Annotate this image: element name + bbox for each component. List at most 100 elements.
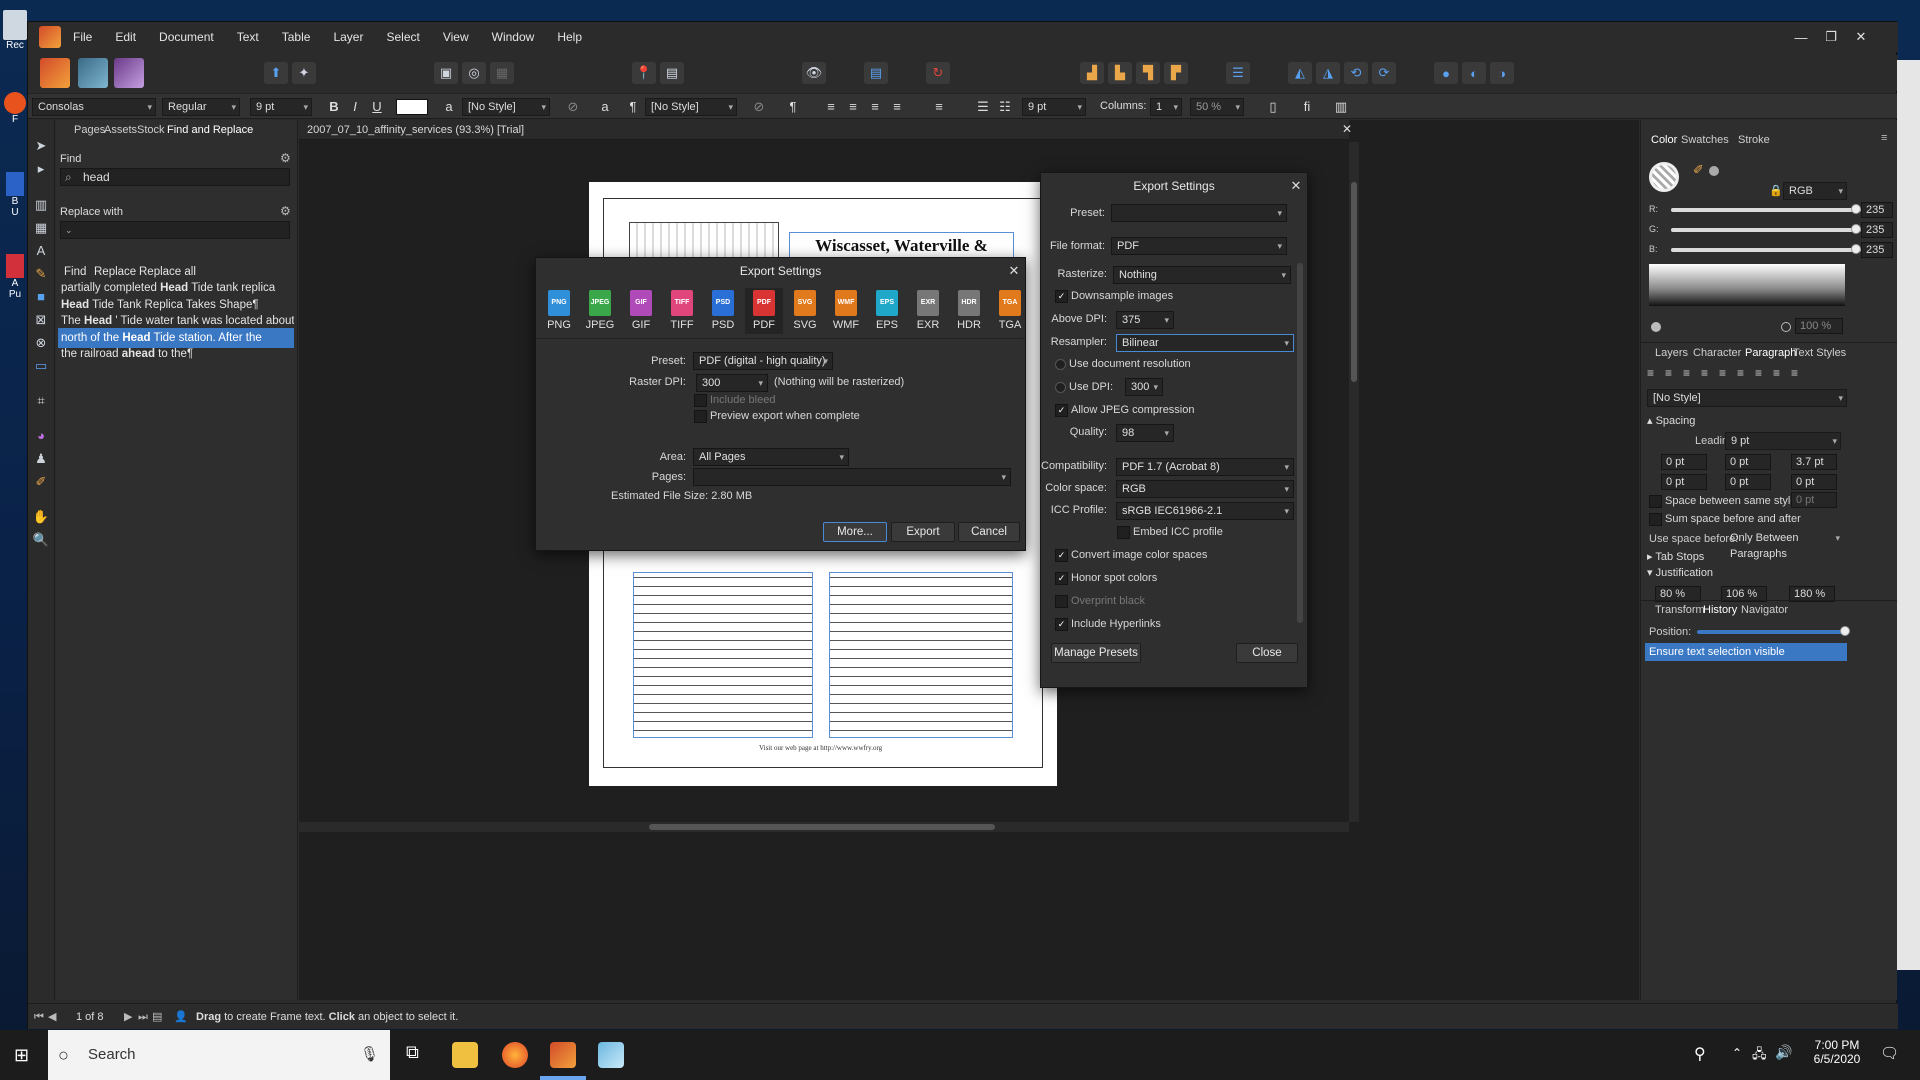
file-format-select[interactable]: PDF (1111, 237, 1287, 255)
tab-find-and-replace[interactable]: Find and Replace (167, 124, 253, 136)
spacing-section[interactable]: ▴ Spacing (1647, 414, 1695, 427)
notifications-icon[interactable]: 🗨 (1880, 1044, 1899, 1062)
close-document-icon[interactable]: ✕ (1342, 122, 1352, 136)
format-exr[interactable]: EXR EXR (909, 288, 947, 334)
windows-start-icon[interactable]: ⊞ (14, 1045, 34, 1065)
boolean-intersect-icon[interactable]: ◑ (1490, 62, 1514, 84)
tab-stock[interactable]: Stock (137, 124, 165, 136)
tab-navigator[interactable]: Navigator (1741, 604, 1788, 616)
format-tga[interactable]: TGA TGA (991, 288, 1029, 334)
format-gif[interactable]: GIF GIF (622, 288, 660, 334)
recycle-bin-icon[interactable]: Rec (2, 10, 28, 51)
more-button[interactable]: More... (823, 522, 887, 542)
close-icon[interactable]: ✕ (1288, 178, 1304, 194)
preview-export-checkbox[interactable]: Preview export when complete (694, 409, 860, 423)
paragraph-style-select[interactable]: [No Style] (1647, 389, 1847, 407)
clock[interactable]: 7:00 PM 6/5/2020 (1802, 1038, 1872, 1066)
arrange-backward-icon[interactable]: ▙ (1108, 62, 1132, 84)
baseline-grid-icon[interactable]: ▥ (1332, 98, 1350, 116)
clear-paragraph-icon[interactable]: ⊘ (750, 98, 768, 116)
flip-vertical-icon[interactable]: ◮ (1316, 62, 1340, 84)
preset-select[interactable] (1111, 204, 1287, 222)
raster-dpi-select[interactable]: 300 (696, 374, 768, 392)
preset-select[interactable]: PDF (digital - high quality) (693, 352, 833, 370)
arrange-forward-icon[interactable]: ▜ (1136, 62, 1160, 84)
leading-select[interactable]: 9 pt (1022, 98, 1086, 116)
replace-input[interactable]: ⌄ (60, 221, 290, 239)
use-document-resolution-radio[interactable]: Use document resolution (1055, 357, 1191, 371)
honor-spot-colors-checkbox[interactable]: Honor spot colors (1055, 571, 1157, 585)
numbered-list-icon[interactable]: ☷ (996, 98, 1014, 116)
format-tiff[interactable]: TIFF TIFF (663, 288, 701, 334)
firefox-icon[interactable] (502, 1042, 528, 1068)
menu-document[interactable]: Document (159, 30, 214, 44)
format-hdr[interactable]: HDR HDR (950, 288, 988, 334)
color-picker-tool-icon[interactable]: ✐ (32, 473, 50, 491)
b-slider[interactable] (1671, 244, 1861, 254)
include-hyperlinks-checkbox[interactable]: Include Hyperlinks (1055, 617, 1161, 631)
node-tool-icon[interactable]: ▸ (32, 160, 50, 178)
opacity-slider-start[interactable] (1651, 322, 1661, 332)
horizontal-scrollbar[interactable] (299, 822, 1349, 832)
align-icon[interactable]: ☰ (1226, 62, 1250, 84)
first-line-indent-input[interactable]: 0 pt (1725, 454, 1771, 470)
lock-icon[interactable]: 🔒 (1769, 184, 1783, 197)
left-indent-input[interactable]: 0 pt (1661, 454, 1707, 470)
pages-panel-icon[interactable]: ▤ (152, 1004, 162, 1030)
tab-layers[interactable]: Layers (1655, 347, 1688, 359)
align-right-icon[interactable]: ≡ (866, 98, 884, 116)
hand-tool-icon[interactable]: ✋ (32, 508, 50, 526)
paragraph-style-icon[interactable]: ¶ (624, 98, 642, 116)
close-icon[interactable]: ✕ (1006, 263, 1022, 279)
use-dpi-radio[interactable]: Use DPI: (1055, 380, 1113, 394)
paragraph-style-select[interactable]: [No Style] (645, 98, 737, 116)
microphone-icon[interactable]: 🎙 (360, 1030, 379, 1080)
preview-icon[interactable]: ◎ (462, 62, 486, 84)
crop-tool-icon[interactable]: ⌗ (32, 392, 50, 410)
above-dpi-select[interactable]: 375 (1116, 311, 1174, 329)
space-before-input[interactable]: 0 pt (1661, 474, 1707, 490)
desktop-app-icon[interactable]: B U (2, 172, 28, 218)
format-psd[interactable]: PSD PSD (704, 288, 742, 334)
fill-stroke-swatch[interactable] (1649, 162, 1679, 192)
b-value-input[interactable]: 235 (1861, 242, 1893, 258)
font-size-select[interactable]: 9 pt (250, 98, 312, 116)
pilcrow-icon[interactable]: ¶ (784, 98, 802, 116)
color-space-select[interactable]: RGB (1116, 480, 1294, 498)
g-slider[interactable] (1671, 224, 1861, 234)
wrap-icon[interactable]: ▤ (660, 62, 684, 84)
rotate-left-icon[interactable]: ⟲ (1344, 62, 1368, 84)
move-tool-icon[interactable]: ➤ (32, 137, 50, 155)
align-center-icon[interactable]: ≡ (844, 98, 862, 116)
menu-layer[interactable]: Layer (333, 30, 363, 44)
fields-icon[interactable]: fi (1298, 98, 1316, 116)
bleed-icon[interactable]: ▦ (490, 62, 514, 84)
space-same-styles-checkbox[interactable]: Space between same styles: (1649, 494, 1805, 508)
color-spectrum[interactable] (1649, 264, 1845, 306)
last-page-icon[interactable]: ⏭ (138, 1004, 148, 1030)
use-dpi-select[interactable]: 300 (1125, 378, 1163, 396)
color-picker-icon[interactable]: ✐ (1693, 162, 1704, 178)
space-same-styles-input[interactable]: 0 pt (1791, 492, 1837, 508)
use-space-before-select[interactable]: Only Between Paragraphs (1725, 530, 1843, 560)
compatibility-select[interactable]: PDF 1.7 (Acrobat 8) (1116, 458, 1294, 476)
tab-assets[interactable]: Assets (104, 124, 137, 136)
task-view-icon[interactable]: ⧉ (406, 1042, 419, 1063)
menu-select[interactable]: Select (386, 30, 419, 44)
affinity-publisher-taskbar-icon[interactable] (550, 1042, 576, 1068)
bold-button[interactable]: B (325, 98, 343, 116)
desktop-app-icon[interactable]: F (2, 92, 28, 125)
export-button[interactable]: Export (891, 522, 955, 542)
history-item[interactable]: Ensure text selection visible (1645, 643, 1847, 661)
right-indent-input[interactable]: 3.7 pt (1791, 454, 1837, 470)
quality-select[interactable]: 98 (1116, 424, 1174, 442)
cancel-button[interactable]: Cancel (958, 522, 1020, 542)
italic-button[interactable]: I (346, 98, 364, 116)
color-model-select[interactable]: RGB (1783, 182, 1847, 200)
photo-persona-icon[interactable] (114, 58, 144, 88)
tab-text-styles[interactable]: Text Styles (1793, 347, 1846, 359)
tab-history[interactable]: History (1703, 604, 1737, 616)
text-color-swatch[interactable] (396, 99, 428, 115)
transparency-tool-icon[interactable]: ♟ (32, 450, 50, 468)
tab-stroke[interactable]: Stroke (1738, 134, 1770, 146)
